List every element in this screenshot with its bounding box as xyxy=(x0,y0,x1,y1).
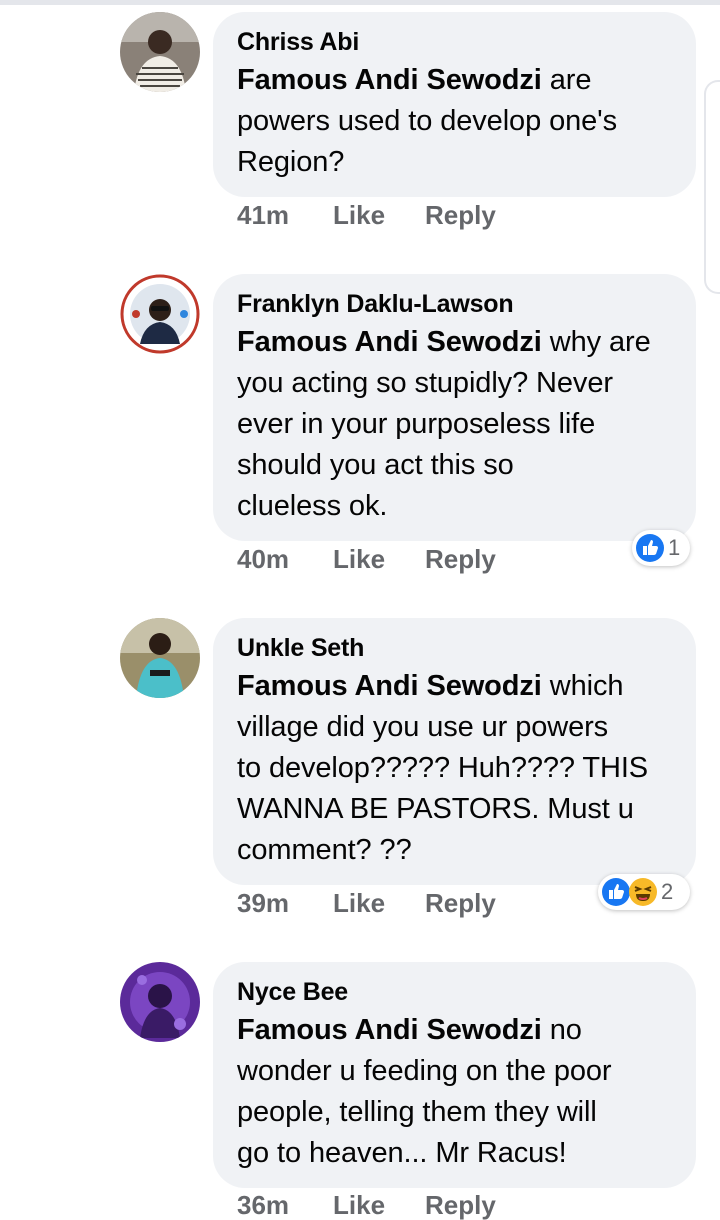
comment-line: comment? ?? xyxy=(237,834,412,866)
like-button[interactable]: Like xyxy=(333,888,425,918)
like-button[interactable]: Like xyxy=(333,200,425,230)
comment-bubble: Franklyn Daklu-Lawson Famous Andi Sewodz… xyxy=(213,274,696,541)
reply-button[interactable]: Reply xyxy=(425,1190,496,1220)
mention-link[interactable]: Famous Andi Sewodzi xyxy=(237,326,542,358)
comment-line: people, telling them they will xyxy=(237,1096,597,1128)
side-panel-edge xyxy=(704,80,720,294)
comment-text: Famous Andi Sewodzi are powers used to d… xyxy=(237,60,672,183)
reply-button[interactable]: Reply xyxy=(425,544,496,574)
avatar[interactable] xyxy=(120,274,200,354)
comment-bubble: Unkle Seth Famous Andi Sewodzi which vil… xyxy=(213,618,696,885)
comment-timestamp[interactable]: 39m xyxy=(237,888,333,918)
comment-line: why are xyxy=(549,326,651,358)
comment-text: Famous Andi Sewodzi which village did yo… xyxy=(237,666,672,871)
comment-actions: 36m Like Reply xyxy=(237,1190,496,1220)
like-icon xyxy=(635,533,665,563)
comment-bubble: Nyce Bee Famous Andi Sewodzi no wonder u… xyxy=(213,962,696,1188)
comment-line: WANNA BE PASTORS. Must u xyxy=(237,793,634,825)
comment-line: you acting so stupidly? Never xyxy=(237,367,613,399)
comment-line: to develop????? Huh???? THIS xyxy=(237,752,649,784)
comment-timestamp[interactable]: 36m xyxy=(237,1190,333,1220)
like-button[interactable]: Like xyxy=(333,544,425,574)
comment-line: should you act this so xyxy=(237,449,514,481)
reply-button[interactable]: Reply xyxy=(425,888,496,918)
haha-icon xyxy=(628,877,658,907)
like-icon xyxy=(601,877,631,907)
comment-bubble: Chriss Abi Famous Andi Sewodzi are power… xyxy=(213,12,696,197)
avatar[interactable] xyxy=(120,962,200,1042)
comment-line: clueless ok. xyxy=(237,490,388,522)
comment-timestamp[interactable]: 41m xyxy=(237,200,333,230)
comment-line: Region? xyxy=(237,146,345,178)
comment-actions: 41m Like Reply xyxy=(237,200,496,230)
comment-line: wonder u feeding on the poor xyxy=(237,1055,612,1087)
comment-line: which xyxy=(549,670,624,702)
reaction-summary[interactable]: 2 xyxy=(598,874,690,910)
comment-author[interactable]: Franklyn Daklu-Lawson xyxy=(237,286,672,322)
top-divider xyxy=(0,0,720,5)
reaction-count: 2 xyxy=(661,879,674,904)
comment-line: ever in your purposeless life xyxy=(237,408,596,440)
comment-line: no xyxy=(549,1014,582,1046)
comment-timestamp[interactable]: 40m xyxy=(237,544,333,574)
mention-link[interactable]: Famous Andi Sewodzi xyxy=(237,64,542,96)
comment-actions: 39m Like Reply xyxy=(237,888,496,918)
like-button[interactable]: Like xyxy=(333,1190,425,1220)
comment-line: village did you use ur powers xyxy=(237,711,609,743)
mention-link[interactable]: Famous Andi Sewodzi xyxy=(237,670,542,702)
comment-author[interactable]: Nyce Bee xyxy=(237,974,672,1010)
comment-actions: 40m Like Reply xyxy=(237,544,496,574)
reaction-count: 1 xyxy=(668,535,681,560)
comment-line: are xyxy=(549,64,592,96)
comment-author[interactable]: Unkle Seth xyxy=(237,630,672,666)
avatar[interactable] xyxy=(120,618,200,698)
mention-link[interactable]: Famous Andi Sewodzi xyxy=(237,1014,542,1046)
reaction-summary[interactable]: 1 xyxy=(632,530,690,566)
comment-author[interactable]: Chriss Abi xyxy=(237,24,672,60)
comment-line: powers used to develop one's xyxy=(237,105,617,137)
avatar[interactable] xyxy=(120,12,200,92)
comment-text: Famous Andi Sewodzi no wonder u feeding … xyxy=(237,1010,672,1174)
comment-line: go to heaven... Mr Racus! xyxy=(237,1137,567,1169)
comment-text: Famous Andi Sewodzi why are you acting s… xyxy=(237,322,672,527)
reply-button[interactable]: Reply xyxy=(425,200,496,230)
